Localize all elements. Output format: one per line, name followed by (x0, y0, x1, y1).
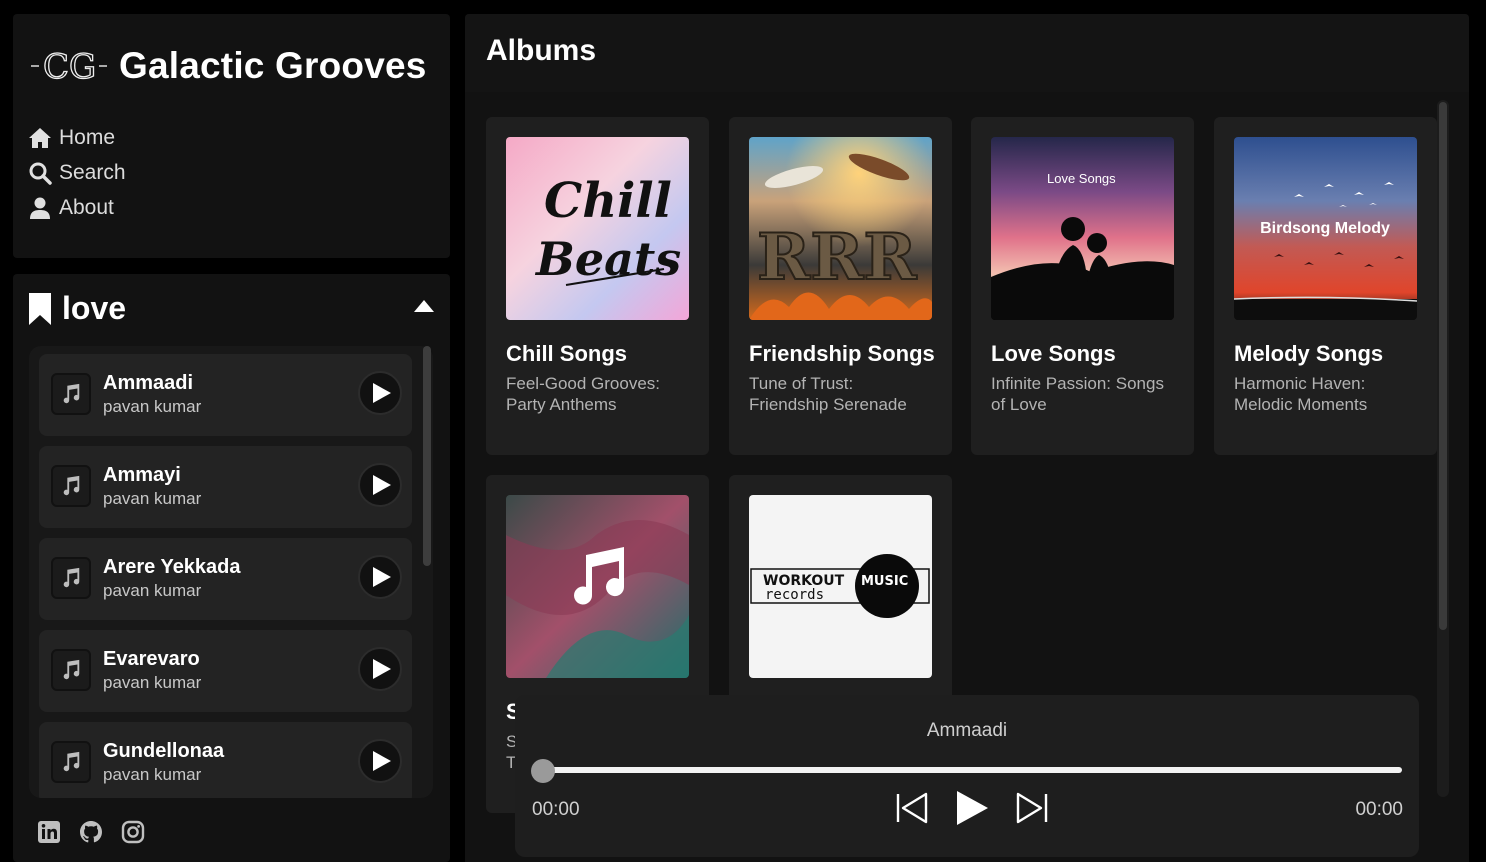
play-icon (372, 475, 391, 495)
album-card[interactable]: RRR Friendship Songs Tune of Trust: Frie… (729, 117, 952, 455)
play-icon[interactable] (955, 790, 989, 826)
main-header: Albums (465, 14, 1469, 92)
audio-player: Ammaadi 00:00 00:00 (515, 695, 1419, 857)
play-button[interactable] (358, 739, 402, 783)
nav-item-label: Home (59, 125, 116, 149)
song-artist: pavan kumar (103, 673, 202, 692)
social-links (37, 820, 145, 844)
song-title: Ammaadi (103, 372, 194, 394)
user-icon (30, 197, 50, 219)
music-note-icon (51, 741, 91, 783)
previous-icon[interactable] (895, 792, 929, 824)
albums-scrollbar-thumb[interactable] (1439, 102, 1447, 630)
album-card[interactable]: Love Songs Love Songs Infinite Passion: … (971, 117, 1194, 455)
album-title: Melody Songs (1234, 341, 1384, 366)
album-card[interactable]: Chill Beats Chill Songs Feel-Good Groove… (486, 117, 709, 455)
album-cover-text: Birdsong Melody (1260, 220, 1390, 237)
album-card[interactable]: Birdsong Melody Melody Songs Harmonic Ha… (1214, 117, 1437, 455)
duration: 00:00 (1355, 799, 1403, 820)
library-title: love (62, 290, 127, 326)
seek-thumb[interactable] (531, 759, 555, 783)
song-title: Ammayi (103, 464, 181, 486)
brand[interactable]: CG Galactic Grooves (29, 40, 427, 92)
bookmark-icon (29, 292, 51, 325)
brand-title: Galactic Grooves (119, 45, 427, 86)
song-artist: pavan kumar (103, 489, 202, 508)
nav-item-search[interactable]: Search (28, 155, 126, 190)
instagram-icon[interactable] (121, 820, 145, 844)
album-cover-text: MUSIC (861, 574, 908, 589)
play-icon (372, 659, 391, 679)
linkedin-icon[interactable] (37, 820, 61, 844)
current-time: 00:00 (532, 799, 580, 820)
brand-logo-text: CG (43, 47, 96, 87)
album-title: Friendship Songs (749, 341, 935, 366)
album-cover (506, 495, 689, 678)
album-cover: Chill Beats (506, 137, 689, 320)
main-nav: Home Search About (28, 120, 126, 225)
album-title: Love Songs (991, 341, 1116, 366)
list-item[interactable]: Evarevaro pavan kumar (39, 630, 412, 712)
album-cover-text: records (765, 587, 824, 603)
github-icon[interactable] (79, 820, 103, 844)
song-list-scrollbar[interactable] (423, 346, 431, 566)
now-playing-title: Ammaadi (926, 720, 1008, 741)
play-icon (372, 383, 391, 403)
music-note-icon (51, 465, 91, 507)
song-title: Arere Yekkada (103, 556, 241, 578)
play-button[interactable] (358, 371, 402, 415)
song-artist: pavan kumar (103, 765, 202, 784)
song-artist: pavan kumar (103, 397, 202, 416)
library-panel: love Ammaadi pavan kumar Ammayi pavan ku… (13, 274, 450, 862)
play-button[interactable] (358, 647, 402, 691)
search-icon (29, 162, 52, 185)
library-header: love (28, 290, 126, 327)
list-item[interactable]: Gundellonaa pavan kumar (39, 722, 412, 798)
music-note-icon (51, 649, 91, 691)
music-note-icon (51, 373, 91, 415)
nav-item-label: About (59, 195, 114, 219)
nav-item-label: Search (59, 160, 126, 184)
album-description: Tune of Trust: Friendship Serenade (749, 374, 907, 414)
album-cover-text: Love Songs (1047, 171, 1116, 186)
play-icon (372, 751, 391, 771)
album-cover: Birdsong Melody (1234, 137, 1417, 320)
chevron-up-icon[interactable] (414, 300, 434, 312)
page-title: Albums (486, 34, 597, 67)
play-icon (372, 567, 391, 587)
album-cover-text: RRR (757, 220, 917, 295)
seek-bar[interactable] (542, 767, 1402, 773)
album-cover-text: Chill (544, 173, 672, 229)
album-description: Feel-Good Grooves: Party Anthems (506, 374, 661, 414)
nav-item-home[interactable]: Home (28, 120, 126, 155)
album-cover: WORKOUT MUSIC records (749, 495, 932, 678)
brand-logo: CG (31, 46, 107, 88)
song-artist: pavan kumar (103, 581, 202, 600)
album-description: Harmonic Haven: Melodic Moments (1234, 374, 1368, 414)
music-note-icon (51, 557, 91, 599)
list-item[interactable]: Arere Yekkada pavan kumar (39, 538, 412, 620)
next-icon[interactable] (1015, 792, 1049, 824)
song-title: Evarevaro (103, 648, 200, 670)
play-button[interactable] (358, 463, 402, 507)
album-cover: Love Songs (991, 137, 1174, 320)
nav-item-about[interactable]: About (28, 190, 126, 225)
album-title: Chill Songs (506, 341, 627, 366)
song-list: Ammaadi pavan kumar Ammayi pavan kumar A… (29, 346, 433, 798)
album-cover: RRR (749, 137, 932, 320)
sidebar-nav-panel: CG Galactic Grooves Home Search About (13, 14, 450, 258)
list-item[interactable]: Ammaadi pavan kumar (39, 354, 412, 436)
home-icon (29, 127, 51, 148)
list-item[interactable]: Ammayi pavan kumar (39, 446, 412, 528)
main-content: Albums Chill Beats Chill Songs Feel-Good… (465, 14, 1469, 862)
album-description: Infinite Passion: Songs of Love (991, 374, 1164, 414)
play-button[interactable] (358, 555, 402, 599)
song-title: Gundellonaa (103, 740, 225, 762)
